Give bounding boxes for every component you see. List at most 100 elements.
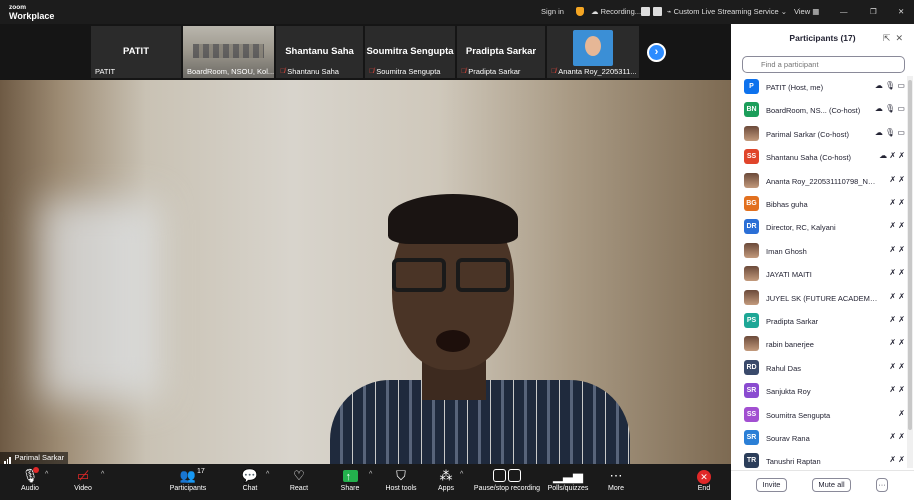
audio-options-caret[interactable]: ^ (45, 471, 48, 478)
mute-all-button[interactable]: Mute all (812, 478, 851, 492)
share-options-caret[interactable]: ^ (369, 471, 372, 478)
more-options-button[interactable]: ··· (876, 478, 888, 492)
avatar: PS (744, 313, 759, 328)
participant-row[interactable]: BN BoardRoom, NS... (Co-host) ☁ 🎙 ▭ (731, 99, 907, 122)
pause-recording-icon[interactable] (641, 7, 650, 16)
participant-row[interactable]: Parimal Sarkar (Co-host) ☁ 🎙 ▭ (731, 123, 907, 146)
more-button[interactable]: ⋯ More (588, 467, 644, 492)
audio-button[interactable]: 🎙 Audio (2, 467, 58, 492)
mic-video-off-icons[interactable]: ✗ ✗ (889, 198, 905, 207)
participant-name: Sanjukta Roy (766, 387, 811, 397)
participant-name: Iman Ghosh (766, 246, 807, 256)
tile-name: Soumitra Sengupta (366, 46, 454, 57)
participant-row[interactable]: DR Director, RC, Kalyani ✗ ✗ (731, 216, 907, 239)
apps-button[interactable]: ⁂ Apps (418, 467, 474, 492)
sign-in-link[interactable]: Sign in (541, 7, 564, 16)
participants-scrollbar[interactable] (907, 76, 913, 468)
participant-row[interactable]: BG Bibhas guha ✗ ✗ (731, 193, 907, 216)
mic-video-off-icons[interactable]: ✗ ✗ (889, 362, 905, 371)
search-participant-input[interactable] (742, 56, 905, 73)
profile-photo (573, 30, 613, 66)
avatar: BG (744, 196, 759, 211)
gallery-tile[interactable]: PATIT PATIT (91, 26, 181, 78)
mic-video-off-icons[interactable]: ✗ (898, 409, 905, 418)
participant-row[interactable]: JAYATI MAITI ✗ ✗ (731, 263, 907, 286)
video-label: Video (74, 485, 92, 492)
tile-caption-text: Pradipta Sarkar (468, 67, 521, 76)
video-options-caret[interactable]: ^ (101, 471, 104, 478)
end-meeting-button[interactable]: ✕ End (676, 467, 732, 492)
tile-caption: 🎙̸ Soumitra Sengupta (369, 67, 440, 76)
participant-name: BoardRoom, NS... (Co-host) (766, 106, 861, 116)
more-label: More (608, 485, 624, 492)
microphone-icon: 🎙 (21, 468, 39, 483)
avatar: SR (744, 430, 759, 445)
mic-video-off-icons[interactable]: ✗ ✗ (889, 432, 905, 441)
zoom-logo: zoom Workplace (9, 3, 54, 21)
participant-row[interactable]: SR Sourav Rana ✗ ✗ (731, 427, 907, 450)
live-streaming-menu[interactable]: ⌁ Custom Live Streaming Service ⌄ (667, 7, 787, 16)
mic-video-off-icons[interactable]: ✗ ✗ (889, 268, 905, 277)
mic-video-icons[interactable]: ☁ 🎙 ▭ (875, 128, 905, 137)
participant-row[interactable]: JUYEL SK (FUTURE ACADEMY C... ✗ ✗ (731, 287, 907, 310)
minimize-button[interactable]: — (840, 7, 848, 16)
participant-row[interactable]: SR Sanjukta Roy ✗ ✗ (731, 380, 907, 403)
participant-row[interactable]: PS Pradipta Sarkar ✗ ✗ (731, 310, 907, 333)
avatar: RD (744, 359, 759, 375)
apps-label: Apps (438, 485, 454, 492)
participant-row[interactable]: P PATIT (Host, me) ☁ 🎙 ▭ (731, 76, 907, 99)
participant-name: Tanushri Raptan (766, 457, 821, 467)
mic-video-icons[interactable]: ☁ 🎙 ▭ (875, 104, 905, 113)
participant-row[interactable]: Iman Ghosh ✗ ✗ (731, 240, 907, 263)
participant-row[interactable]: Ananta Roy_220531110798_NS... ✗ ✗ (731, 170, 907, 193)
security-shield-icon[interactable] (576, 7, 584, 16)
tile-caption: BoardRoom, NSOU, Kol... (187, 67, 274, 76)
avatar: BN (744, 102, 759, 118)
mic-video-off-icons[interactable]: ✗ ✗ (889, 221, 905, 230)
close-panel-icon[interactable]: ✕ (895, 33, 908, 43)
tile-caption-text: Ananta Roy_2205311... (558, 67, 637, 76)
restore-button[interactable]: ❐ (870, 7, 877, 16)
gallery-tile[interactable]: Soumitra Sengupta 🎙̸ Soumitra Sengupta (365, 26, 455, 78)
recording-label: Recording... (600, 7, 642, 16)
tile-caption-text: PATIT (95, 67, 116, 76)
gallery-tile[interactable]: BoardRoom, NSOU, Kol... (183, 26, 274, 78)
participant-row[interactable]: SS Soumitra Sengupta ✗ (731, 404, 907, 427)
mic-video-icons[interactable]: ☁ 🎙 ▭ (875, 81, 905, 90)
stop-recording-icon[interactable] (653, 7, 662, 16)
end-call-icon: ✕ (697, 470, 711, 484)
mic-video-off-icons[interactable]: ☁ ✗ ✗ (879, 151, 905, 160)
invite-button[interactable]: Invite (756, 478, 787, 492)
apps-options-caret[interactable]: ^ (460, 471, 463, 478)
mic-video-off-icons[interactable]: ✗ ✗ (889, 315, 905, 324)
scroll-thumb[interactable] (908, 80, 912, 430)
participant-row[interactable]: RD Rahul Das ✗ ✗ (731, 357, 907, 380)
gallery-next-button[interactable]: › (647, 43, 666, 62)
mic-video-off-icons[interactable]: ✗ ✗ (889, 455, 905, 464)
gallery-tile[interactable]: Shantanu Saha 🎙̸ Shantanu Saha (276, 26, 363, 78)
gallery-tile[interactable]: 🎙̸ Ananta Roy_2205311... (547, 26, 639, 78)
react-button[interactable]: ♡ React (271, 467, 327, 492)
close-window-button[interactable]: ✕ (898, 7, 904, 16)
gallery-tile[interactable]: Pradipta Sarkar 🎙̸ Pradipta Sarkar (457, 26, 545, 78)
mic-video-off-icons[interactable]: ✗ ✗ (889, 245, 905, 254)
mic-active-indicator (33, 467, 39, 473)
popout-icon[interactable]: ⇱ (883, 33, 896, 43)
mic-video-off-icons[interactable]: ✗ ✗ (889, 292, 905, 301)
pause-stop-recording-button[interactable]: Pause/stop recording (472, 467, 542, 492)
lens-right (456, 258, 510, 292)
participant-row[interactable]: TR Tanushri Raptan ✗ ✗ (731, 450, 907, 468)
participant-name: Parimal Sarkar (Co-host) (766, 129, 849, 139)
panel-footer: Invite Mute all ··· (731, 470, 914, 500)
mic-video-off-icons[interactable]: ✗ ✗ (889, 175, 905, 184)
mic-off-icon: 🎙̸ (461, 68, 467, 75)
chat-button[interactable]: 💬 Chat (222, 467, 278, 492)
end-label: End (697, 485, 711, 492)
mic-video-off-icons[interactable]: ✗ ✗ (889, 385, 905, 394)
participant-row[interactable]: SS Shantanu Saha (Co-host) ☁ ✗ ✗ (731, 146, 907, 169)
view-menu[interactable]: View ▦ (794, 7, 819, 16)
participants-button[interactable]: 👥 Participants (160, 467, 216, 492)
panel-header: Participants (17) ⇱✕ (731, 24, 914, 52)
participant-row[interactable]: rabin banerjee ✗ ✗ (731, 333, 907, 356)
mic-video-off-icons[interactable]: ✗ ✗ (889, 338, 905, 347)
